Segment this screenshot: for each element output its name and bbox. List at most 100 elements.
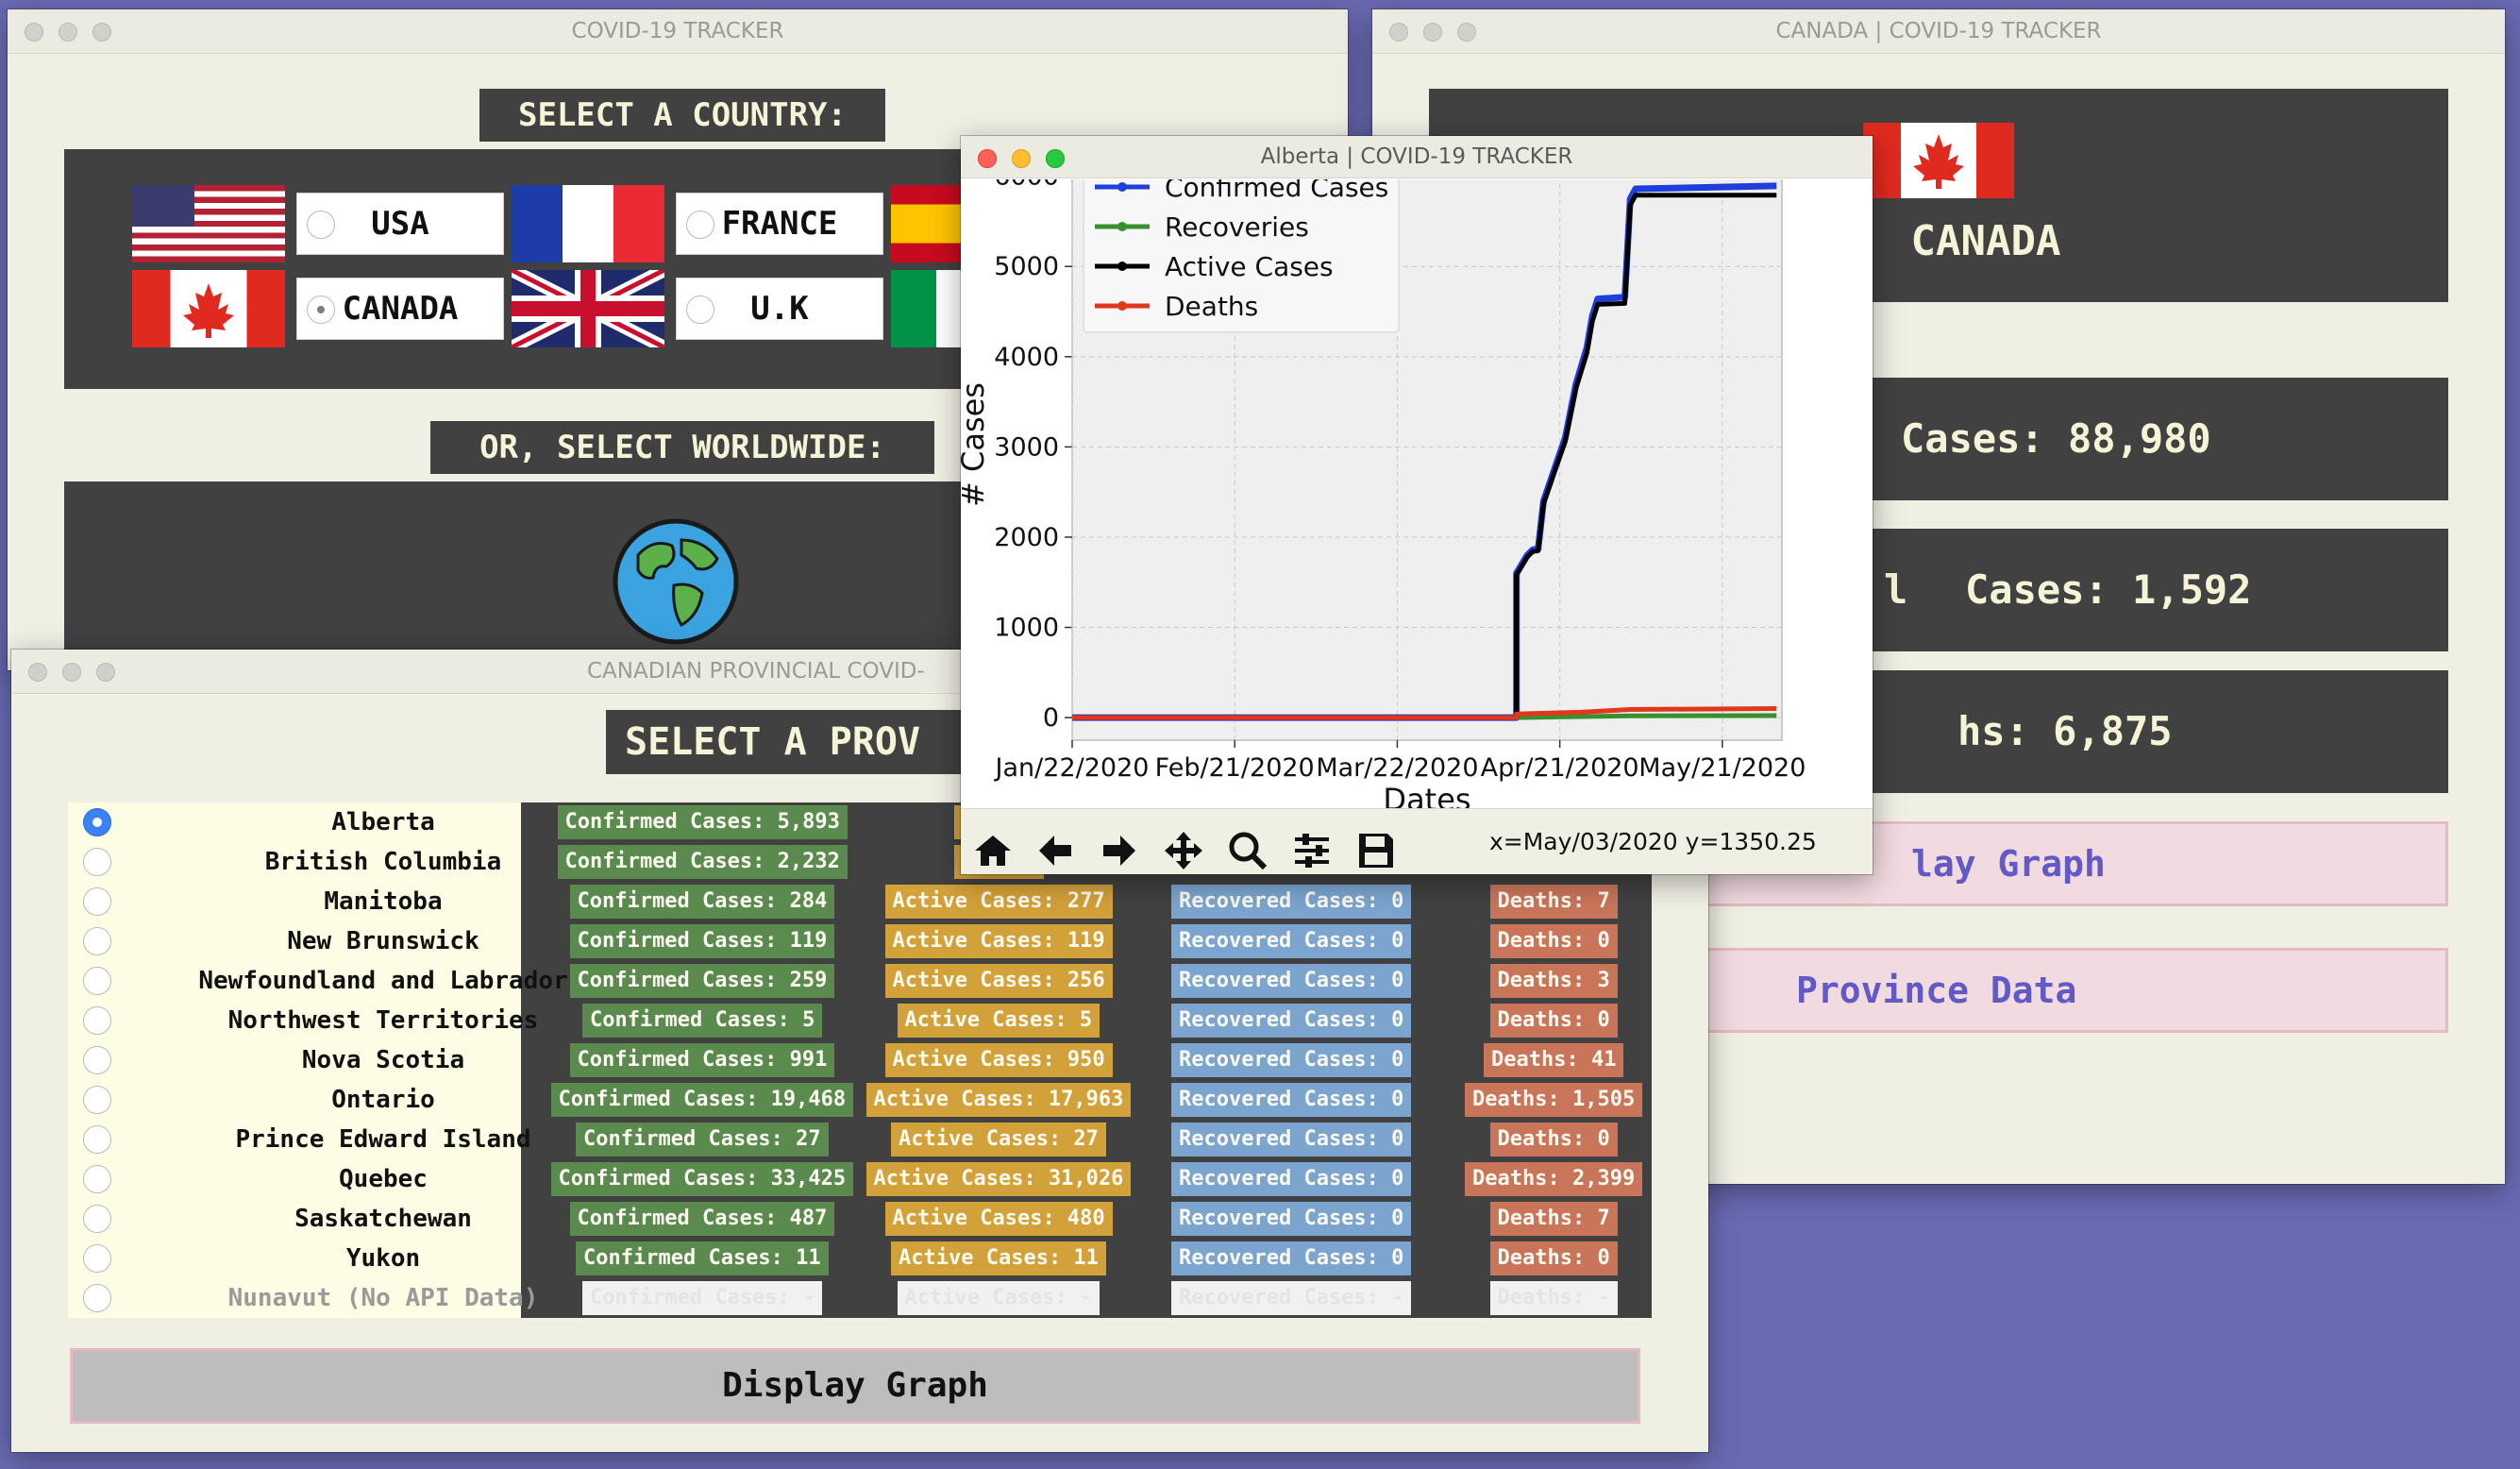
y-tick-label: 2000 [994, 523, 1059, 552]
confirmed-cases-badge: Confirmed Cases: 33,425 [550, 1162, 854, 1196]
window-title: CANADIAN PROVINCIAL COVID- [587, 659, 925, 684]
window-title: Alberta | COVID-19 TRACKER [1260, 144, 1573, 169]
confirmed-cases-badge: Confirmed Cases: 991 [569, 1043, 835, 1077]
italy-flag-icon [891, 270, 966, 347]
country-option-france[interactable]: FRANCE [676, 193, 883, 255]
home-icon[interactable] [966, 824, 1019, 874]
globe-icon[interactable] [612, 517, 740, 646]
deaths-stat: hs: 6,875 [1957, 708, 2173, 754]
province-radio[interactable] [83, 1086, 111, 1114]
legend-label: Active Cases [1165, 251, 1334, 282]
save-icon[interactable] [1350, 824, 1403, 874]
deaths-cases-badge: Deaths: 0 [1489, 1241, 1618, 1275]
deaths-cases-badge: Deaths: 41 [1484, 1043, 1624, 1077]
province-row[interactable]: Prince Edward Island Confirmed Cases: 27 A… [68, 1120, 1652, 1159]
recovered-cases-badge: Recovered Cases: 0 [1171, 1202, 1412, 1236]
recovered-cases-badge: Recovered Cases: 0 [1171, 924, 1412, 958]
recovered-cases-badge: Recovered Cases: 0 [1171, 1004, 1412, 1038]
confirmed-cases-badge: Confirmed Cases: 5 [582, 1004, 823, 1038]
canada-label: CANADA [342, 290, 459, 328]
canada-flag-icon [132, 270, 285, 347]
province-row[interactable]: New Brunswick Confirmed Cases: 119 Active … [68, 921, 1652, 961]
recovered-cases-badge: Recovered Cases: 0 [1171, 1162, 1412, 1196]
province-radio[interactable] [83, 1244, 111, 1273]
recovered-cases-badge: Recovered Cases: 0 [1171, 1043, 1412, 1077]
province-row[interactable]: Yukon Confirmed Cases: 11 Active Cases: 11… [68, 1239, 1652, 1278]
plot-toolbar: x=May/03/2020 y=1350.25 [961, 808, 1873, 874]
window-title: COVID-19 TRACKER [571, 19, 784, 43]
deaths-cases-badge: Deaths: 7 [1489, 1202, 1618, 1236]
x-tick-label: Apr/21/2020 [1481, 753, 1639, 783]
province-display-graph-label: Display Graph [722, 1366, 988, 1405]
province-radio[interactable] [83, 808, 111, 836]
province-radio[interactable] [83, 927, 111, 955]
province-radio[interactable] [83, 1125, 111, 1154]
x-tick-label: Feb/21/2020 [1155, 753, 1315, 783]
configure-icon[interactable] [1285, 824, 1338, 874]
country-option-usa[interactable]: USA [296, 193, 504, 255]
legend-marker [1117, 222, 1127, 231]
minimize-button[interactable] [62, 663, 81, 682]
deaths-cases-badge: Deaths: - [1489, 1281, 1618, 1315]
province-radio[interactable] [83, 1205, 111, 1233]
deaths-cases-badge: Deaths: 1,505 [1465, 1083, 1643, 1117]
province-radio[interactable] [83, 1006, 111, 1035]
province-name: Yukon [345, 1244, 421, 1273]
recovered-stat: Cases: 1,592 [1965, 566, 2252, 613]
province-display-graph-button[interactable]: Display Graph [70, 1348, 1640, 1424]
legend-label: Recoveries [1165, 211, 1309, 243]
province-row[interactable]: Nova Scotia Confirmed Cases: 991 Active Ca… [68, 1040, 1652, 1080]
window-title: CANADA | COVID-19 TRACKER [1775, 19, 2102, 43]
recovered-cases-badge: Recovered Cases: 0 [1171, 1083, 1412, 1117]
y-tick-label: 1000 [994, 614, 1059, 643]
province-radio[interactable] [83, 848, 111, 876]
legend-label: Confirmed Cases [1165, 179, 1388, 203]
province-radio[interactable] [83, 887, 111, 916]
france-flag-icon [512, 185, 664, 262]
province-name: Prince Edward Island [235, 1125, 531, 1154]
trend-chart[interactable]: 0 1000 2000 3000 4000 5000 6000 Jan/22/2020Feb/… [961, 179, 1873, 850]
province-row[interactable]: Newfoundland and Labrador Confirmed Cases… [68, 961, 1652, 1001]
y-axis-label: # Cases [961, 382, 991, 507]
country-option-canada[interactable]: CANADA [296, 278, 504, 340]
province-radio[interactable] [83, 1165, 111, 1193]
graph-window: Alberta | COVID-19 TRACKER 0 1000 2000 3000… [961, 136, 1873, 874]
usa-label: USA [371, 205, 429, 243]
zoom-button[interactable] [96, 663, 115, 682]
main-titlebar: COVID-19 TRACKER [8, 9, 1348, 54]
confirmed-cases-badge: Confirmed Cases: 11 [576, 1241, 829, 1275]
province-row[interactable]: Northwest Territories Confirmed Cases: 5 A… [68, 1001, 1652, 1040]
province-radio[interactable] [83, 1046, 111, 1074]
y-tick-label: 4000 [994, 343, 1059, 372]
close-button[interactable] [28, 663, 47, 682]
province-radio[interactable] [83, 967, 111, 995]
province-row[interactable]: Saskatchewan Confirmed Cases: 487 Active C… [68, 1199, 1652, 1239]
confirmed-cases-badge: Confirmed Cases: 27 [576, 1123, 829, 1157]
y-tick-label: 5000 [994, 252, 1059, 281]
uk-flag-icon [512, 270, 664, 347]
province-row[interactable]: Ontario Confirmed Cases: 19,468 Active Cas… [68, 1080, 1652, 1120]
active-cases-badge: Active Cases: 27 [891, 1123, 1106, 1157]
forward-arrow-icon[interactable] [1093, 824, 1146, 874]
uk-label: U.K [750, 290, 809, 328]
x-tick-label: Mar/22/2020 [1316, 753, 1478, 783]
zoom-icon[interactable] [1221, 824, 1274, 874]
province-name: Northwest Territories [227, 1006, 539, 1035]
active-cases-badge: Active Cases: 256 [884, 964, 1113, 998]
cursor-readout: x=May/03/2020 y=1350.25 [1489, 828, 1817, 855]
country-option-uk[interactable]: U.K [676, 278, 883, 340]
province-table: AlbertaConfirmed Cases: 5,893ActiveBriti… [68, 802, 1652, 1318]
confirmed-stat: Cases: 88,980 [1901, 415, 2211, 462]
province-row[interactable]: Nunavut (No API Data) Confirmed Cases: - A… [68, 1278, 1652, 1318]
back-arrow-icon[interactable] [1029, 824, 1082, 874]
deaths-cases-badge: Deaths: 2,399 [1465, 1162, 1643, 1196]
worldwide-label: OR, SELECT WORLDWIDE: [430, 421, 934, 474]
pan-icon[interactable] [1157, 824, 1210, 874]
province-name: Newfoundland and Labrador [198, 967, 568, 995]
province-row[interactable]: Manitoba Confirmed Cases: 284 Active Cases… [68, 882, 1652, 921]
deaths-cases-badge: Deaths: 0 [1489, 1004, 1618, 1038]
province-row[interactable]: Quebec Confirmed Cases: 33,425 Active Case… [68, 1159, 1652, 1199]
usa-flag-icon [132, 185, 285, 262]
spain-flag-icon [891, 185, 966, 262]
confirmed-cases-badge: Confirmed Cases: 259 [569, 964, 835, 998]
